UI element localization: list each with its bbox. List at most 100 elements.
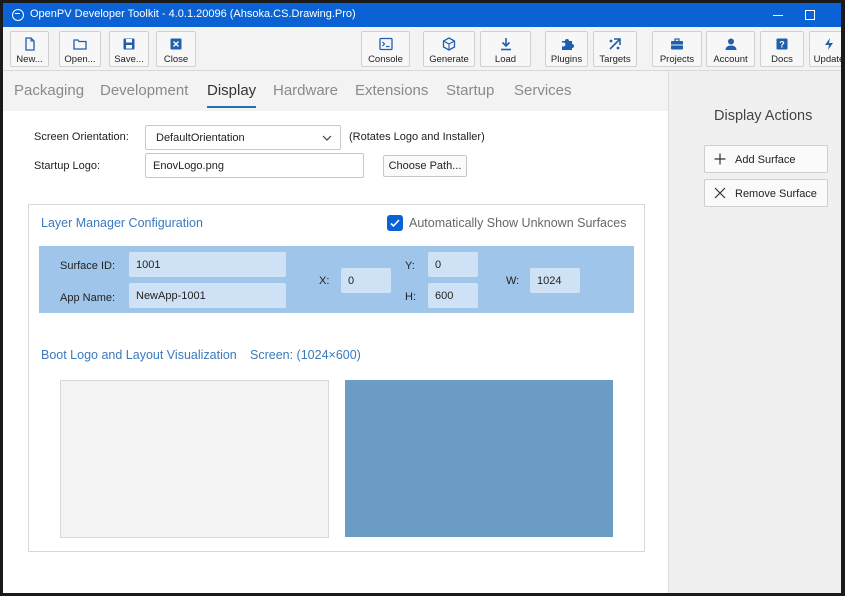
layer-manager-group: Layer Manager Configuration Automaticall… xyxy=(28,204,645,552)
download-icon xyxy=(499,37,513,51)
tab-display[interactable]: Display xyxy=(207,82,257,108)
console-button-label: Console xyxy=(368,54,403,65)
plugins-button[interactable]: Plugins xyxy=(545,31,588,67)
svg-text:?: ? xyxy=(779,40,785,50)
folder-open-icon xyxy=(73,37,87,51)
docs-button[interactable]: ? Docs xyxy=(760,31,804,67)
close-button[interactable]: Close xyxy=(156,31,196,67)
generate-button-label: Generate xyxy=(429,54,469,65)
close-button-label: Close xyxy=(163,54,189,65)
docs-button-label: Docs xyxy=(771,54,793,65)
help-icon: ? xyxy=(775,37,789,51)
console-icon xyxy=(378,37,393,51)
tab-packaging[interactable]: Packaging xyxy=(14,82,84,99)
targets-button[interactable]: Targets xyxy=(593,31,637,67)
h-value: 600 xyxy=(435,290,454,302)
account-button-label: Account xyxy=(713,54,748,65)
plus-icon xyxy=(714,153,726,165)
briefcase-icon xyxy=(670,37,684,51)
update-button[interactable]: Update xyxy=(809,31,841,67)
startup-logo-label: Startup Logo: xyxy=(34,160,101,172)
lightning-icon xyxy=(822,37,836,51)
update-button-label: Update xyxy=(813,54,841,65)
screen-orientation-label: Screen Orientation: xyxy=(34,131,129,143)
targets-icon xyxy=(608,37,622,51)
tab-bar: Packaging Development Display Hardware E… xyxy=(3,71,668,111)
app-name-label: App Name: xyxy=(60,292,116,304)
save-icon xyxy=(122,37,136,51)
x-label: X: xyxy=(319,275,330,287)
orientation-hint: (Rotates Logo and Installer) xyxy=(349,131,485,143)
tab-services[interactable]: Services xyxy=(514,82,572,99)
app-logo-icon xyxy=(12,9,24,21)
display-actions-sidebar: Display Actions Add Surface Remove Surfa… xyxy=(668,71,841,593)
account-button[interactable]: Account xyxy=(706,31,755,67)
surface-id-label: Surface ID: xyxy=(60,260,116,272)
h-label: H: xyxy=(405,291,416,303)
projects-button[interactable]: Projects xyxy=(652,31,702,67)
cube-icon xyxy=(442,37,456,51)
add-surface-label: Add Surface xyxy=(735,154,796,166)
y-input[interactable]: 0 xyxy=(428,252,478,277)
layer-manager-title: Layer Manager Configuration xyxy=(41,216,203,230)
new-button-label: New... xyxy=(16,54,43,65)
choose-path-button[interactable]: Choose Path... xyxy=(383,155,467,177)
close-box-icon xyxy=(169,37,183,51)
app-window: OpenPV Developer Toolkit - 4.0.1.20096 (… xyxy=(3,3,841,593)
new-button[interactable]: New... xyxy=(10,31,49,67)
add-surface-button[interactable]: Add Surface xyxy=(704,145,828,173)
load-button[interactable]: Load xyxy=(480,31,531,67)
open-button[interactable]: Open... xyxy=(59,31,101,67)
new-file-icon xyxy=(23,37,37,51)
screen-orientation-select[interactable]: DefaultOrientation xyxy=(145,125,341,150)
generate-button[interactable]: Generate xyxy=(423,31,475,67)
tab-startup[interactable]: Startup xyxy=(446,82,494,99)
targets-button-label: Targets xyxy=(599,54,631,65)
remove-surface-button[interactable]: Remove Surface xyxy=(704,179,828,207)
x-value: 0 xyxy=(348,275,355,287)
maximize-button[interactable] xyxy=(795,3,825,27)
surface-layout-preview[interactable] xyxy=(345,380,613,537)
visualization-title: Boot Logo and Layout Visualization xyxy=(41,348,237,362)
console-button[interactable]: Console xyxy=(361,31,410,67)
y-label: Y: xyxy=(405,260,415,272)
auto-show-checkbox[interactable] xyxy=(387,215,403,231)
startup-logo-value: EnovLogo.png xyxy=(153,160,224,172)
startup-logo-input[interactable]: EnovLogo.png xyxy=(145,153,364,178)
open-button-label: Open... xyxy=(64,54,96,65)
y-value: 0 xyxy=(435,259,442,271)
h-input[interactable]: 600 xyxy=(428,283,478,308)
screen-resolution-label: Screen: (1024×600) xyxy=(250,348,361,362)
toolbar: New... Open... Save... Close Console Gen… xyxy=(3,27,841,71)
save-button[interactable]: Save... xyxy=(109,31,149,67)
user-icon xyxy=(724,37,738,51)
save-button-label: Save... xyxy=(114,54,144,65)
auto-show-label: Automatically Show Unknown Surfaces xyxy=(409,216,627,230)
minimize-button[interactable] xyxy=(763,3,793,27)
plugins-button-label: Plugins xyxy=(550,54,583,65)
x-input[interactable]: 0 xyxy=(341,268,391,293)
surface-id-input[interactable]: 1001 xyxy=(129,252,286,277)
screen-orientation-value: DefaultOrientation xyxy=(156,132,245,144)
tab-extensions[interactable]: Extensions xyxy=(355,82,428,99)
display-actions-title: Display Actions xyxy=(714,108,813,124)
surface-row[interactable]: Surface ID: 1001 App Name: NewApp-1001 X… xyxy=(39,246,634,313)
checkmark-icon xyxy=(390,219,400,228)
puzzle-icon xyxy=(560,37,574,51)
app-name-input[interactable]: NewApp-1001 xyxy=(129,283,286,308)
boot-logo-preview xyxy=(60,380,329,538)
window-title: OpenPV Developer Toolkit - 4.0.1.20096 (… xyxy=(30,8,356,20)
projects-button-label: Projects xyxy=(659,54,695,65)
display-panel: Screen Orientation: DefaultOrientation (… xyxy=(3,111,668,593)
tab-development[interactable]: Development xyxy=(100,82,188,99)
tab-hardware[interactable]: Hardware xyxy=(273,82,338,99)
chevron-down-icon xyxy=(322,133,332,143)
remove-surface-label: Remove Surface xyxy=(735,188,817,200)
w-label: W: xyxy=(506,275,520,287)
app-name-value: NewApp-1001 xyxy=(136,290,206,302)
w-value: 1024 xyxy=(537,275,562,287)
surface-id-value: 1001 xyxy=(136,259,161,271)
w-input[interactable]: 1024 xyxy=(530,268,580,293)
close-icon xyxy=(714,187,726,199)
title-bar: OpenPV Developer Toolkit - 4.0.1.20096 (… xyxy=(3,3,841,27)
